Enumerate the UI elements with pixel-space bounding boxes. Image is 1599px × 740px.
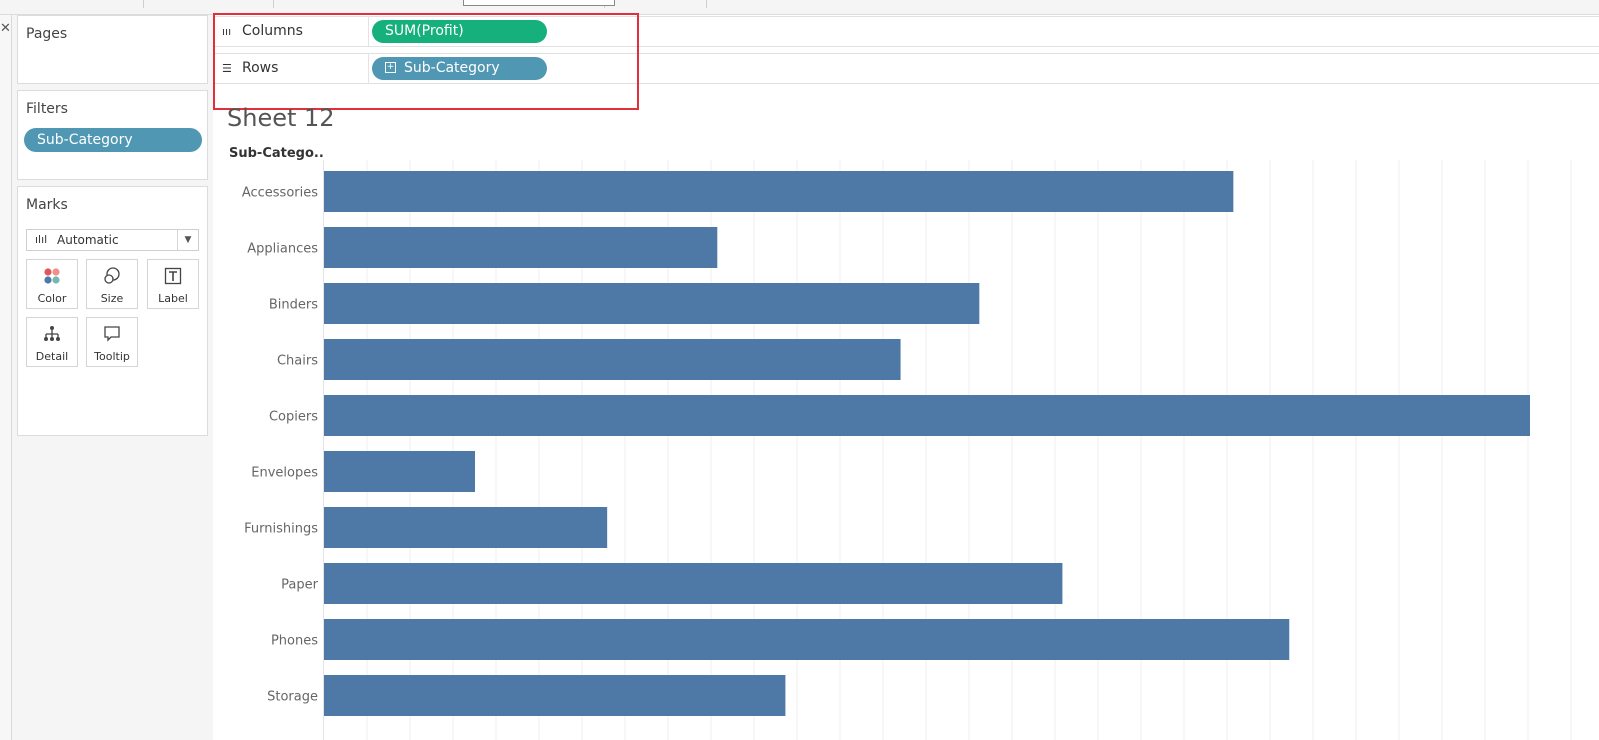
columns-shelf-label: ııı Columns	[222, 17, 303, 46]
columns-label-text: Columns	[242, 23, 303, 39]
bar-storage[interactable]	[324, 675, 786, 716]
size-button[interactable]: Size	[86, 259, 138, 309]
marks-title: Marks	[26, 197, 68, 213]
tab-divider	[143, 0, 144, 8]
pages-card[interactable]: Pages	[17, 15, 208, 84]
category-label[interactable]: Paper	[281, 578, 318, 593]
bar-binders[interactable]	[324, 283, 980, 324]
category-label[interactable]: Envelopes	[251, 466, 318, 481]
mark-type-label: Automatic	[57, 233, 119, 247]
bar-appliances[interactable]	[324, 227, 718, 268]
size-circles-icon	[87, 266, 137, 286]
marks-card: Marks ılıl Automatic ▼ Color Size Label	[17, 186, 208, 436]
tab-divider	[273, 0, 274, 8]
columns-pill-sum-profit[interactable]: SUM(Profit)	[372, 20, 547, 43]
columns-shelf[interactable]: ııı Columns SUM(Profit)	[214, 16, 1599, 47]
tooltip-button-label: Tooltip	[94, 350, 130, 363]
pages-title: Pages	[26, 26, 68, 42]
category-label[interactable]: Binders	[269, 298, 318, 313]
rows-shelf[interactable]: ☰ Rows + Sub-Category	[214, 53, 1599, 84]
bar-phones[interactable]	[324, 619, 1290, 660]
bar-furnishings[interactable]	[324, 507, 608, 548]
rows-icon: ☰	[222, 62, 232, 75]
category-label[interactable]: Chairs	[277, 354, 318, 369]
filter-pill-sub-category[interactable]: Sub-Category	[24, 128, 202, 152]
bar-chairs[interactable]	[324, 339, 901, 380]
rows-shelf-label: ☰ Rows	[222, 54, 278, 83]
row-header[interactable]: Sub-Catego..	[229, 146, 324, 161]
expand-plus-icon[interactable]: +	[385, 61, 396, 73]
label-button-label: Label	[158, 292, 188, 305]
rows-pill-sub-category[interactable]: + Sub-Category	[372, 57, 547, 80]
chevron-down-icon[interactable]: ▼	[177, 230, 198, 250]
columns-icon: ııı	[222, 25, 232, 38]
collapsed-data-pane: ✕	[0, 15, 12, 740]
shelf-divider	[368, 54, 369, 83]
tooltip-button[interactable]: Tooltip	[86, 317, 138, 367]
bar-chart-icon: ılıl	[35, 233, 48, 246]
bar-copiers[interactable]	[324, 395, 1530, 436]
category-label[interactable]: Appliances	[247, 242, 318, 257]
bar-paper[interactable]	[324, 563, 1063, 604]
sheet-title: Sheet 12	[227, 104, 335, 132]
side-panel: Pages Filters Sub-Category Marks ılıl Au…	[12, 15, 213, 740]
mark-type-dropdown[interactable]: ılıl Automatic ▼	[26, 229, 199, 251]
tab-divider	[706, 0, 707, 8]
active-tab-indicator[interactable]	[463, 0, 615, 6]
category-label[interactable]: Furnishings	[244, 522, 318, 537]
color-button[interactable]: Color	[26, 259, 78, 309]
filters-title: Filters	[26, 101, 68, 117]
category-label[interactable]: Copiers	[269, 410, 318, 425]
bar-accessories[interactable]	[324, 171, 1234, 212]
detail-tree-icon	[27, 324, 77, 344]
category-label[interactable]: Accessories	[242, 186, 318, 201]
detail-button[interactable]: Detail	[26, 317, 78, 367]
category-label[interactable]: Phones	[271, 634, 318, 649]
shelf-divider	[368, 17, 369, 46]
label-t-icon	[148, 266, 198, 286]
rows-pill-label: Sub-Category	[404, 60, 500, 76]
close-icon[interactable]: ✕	[0, 21, 11, 36]
label-button[interactable]: Label	[147, 259, 199, 309]
top-tab-strip	[0, 0, 1599, 15]
category-label[interactable]: Storage	[267, 690, 318, 705]
detail-button-label: Detail	[35, 350, 69, 363]
tooltip-bubble-icon	[87, 324, 137, 344]
bar-envelopes[interactable]	[324, 451, 476, 492]
rows-label-text: Rows	[242, 60, 279, 76]
color-dots-icon	[27, 266, 77, 286]
filters-card[interactable]: Filters Sub-Category	[17, 90, 208, 180]
size-button-label: Size	[100, 292, 124, 305]
color-button-label: Color	[37, 292, 67, 305]
